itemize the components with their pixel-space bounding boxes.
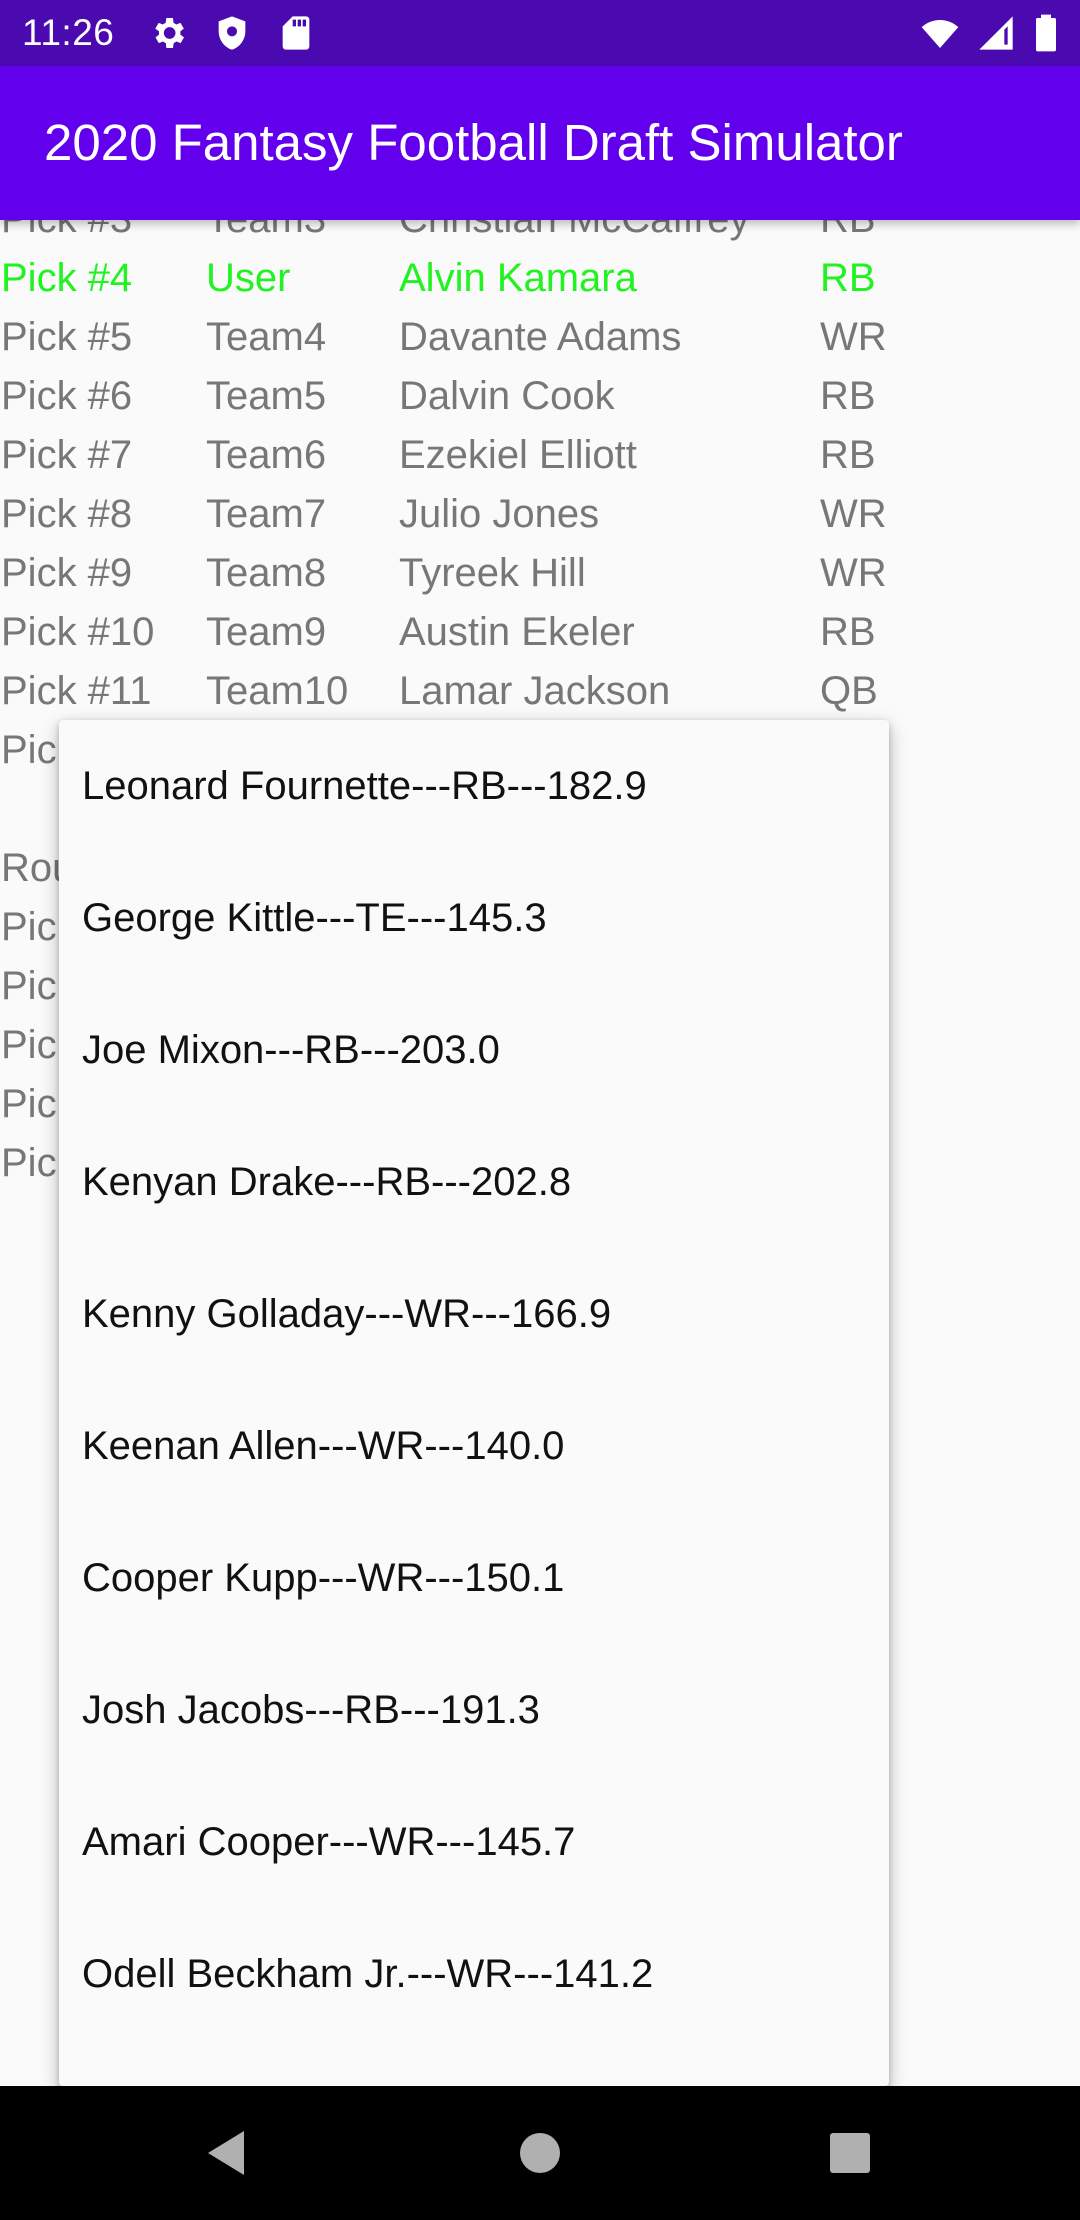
pick-number: Pick #5 [1,315,133,359]
dropdown-option-label: Kenyan Drake---RB---202.8 [82,1160,572,1204]
battery-icon [1036,14,1056,52]
player-name: Ezekiel Elliott [399,433,637,477]
player-name: Tyreek Hill [399,551,586,595]
wifi-icon [921,20,959,48]
team-name: Team6 [206,433,327,477]
draft-pick-row: Pick #9 Team8 Tyreek Hill WR [0,544,1080,603]
home-icon [520,2133,560,2173]
pick-number: Pick #11 [1,669,152,713]
draft-pick-row: Pick #6 Team5 Dalvin Cook RB [0,367,1080,426]
player-name: Dalvin Cook [399,374,615,418]
player-position: WR [820,551,887,595]
hidden-row-fragment: Pic [1,728,57,772]
team-name: Team4 [206,315,327,359]
draft-pick-row: Pick #7 Team6 Ezekiel Elliott RB [0,426,1080,485]
player-name: Lamar Jackson [399,669,671,713]
team-name: Team7 [206,492,327,536]
player-dropdown-list[interactable]: Leonard Fournette---RB---182.9 George Ki… [59,720,889,2086]
player-name: Alvin Kamara [399,256,637,300]
app-bar: 2020 Fantasy Football Draft Simulator [0,66,1080,220]
status-right-icons [920,13,1060,53]
app-title: 2020 Fantasy Football Draft Simulator [44,114,903,171]
dropdown-option-label: Amari Cooper---WR---145.7 [82,1820,576,1864]
player-position: RB [820,220,876,249]
dropdown-option[interactable]: Joe Mixon---RB---203.0 [59,984,889,1116]
draft-pick-row: Pick #3 Team3 Christian McCaffrey RB [0,220,1080,249]
dropdown-option[interactable]: George Kittle---TE---145.3 [59,852,889,984]
hidden-row-fragment: Pic [1,1082,57,1126]
hidden-row-fragment: Pic [1,1023,57,1067]
home-button[interactable] [480,2086,600,2220]
dropdown-option-label: Josh Jacobs---RB---191.3 [82,1688,540,1732]
recents-button[interactable] [790,2086,910,2220]
player-name: Christian McCaffrey [399,220,749,249]
recents-icon [830,2133,870,2173]
player-position: RB [820,610,876,654]
player-position: WR [820,315,887,359]
team-name: Team10 [206,669,349,713]
dropdown-option-label: Keenan Allen---WR---140.0 [82,1424,565,1468]
signal-icon [979,16,1013,50]
dropdown-option-label: Odell Beckham Jr.---WR---141.2 [82,1952,654,1996]
player-position: WR [820,492,887,536]
dropdown-option-label: Kenny Golladay---WR---166.9 [82,1292,612,1336]
dropdown-option-label: George Kittle---TE---145.3 [82,896,547,940]
draft-pick-row: Pick #11 Team10 Lamar Jackson QB [0,662,1080,721]
settings-icon [155,18,184,48]
dropdown-option-label: Leonard Fournette---RB---182.9 [82,764,647,808]
team-name: User [206,256,291,300]
dropdown-option[interactable]: Josh Jacobs---RB---191.3 [59,1644,889,1776]
shield-icon [218,16,246,50]
hidden-row-fragment: Pic [1,1141,57,1185]
back-button[interactable] [166,2086,286,2220]
status-time: 11:26 [22,12,115,53]
team-name: Team8 [206,551,327,595]
sd-card-icon [282,16,310,50]
dropdown-option[interactable]: Kenny Golladay---WR---166.9 [59,1248,889,1380]
pick-number: Pick #10 [1,610,155,654]
dropdown-option[interactable]: Kenyan Drake---RB---202.8 [59,1116,889,1248]
player-position: QB [820,669,878,713]
dropdown-option[interactable]: Cooper Kupp---WR---150.1 [59,1512,889,1644]
player-name: Austin Ekeler [399,610,635,654]
team-name: Team5 [206,374,327,418]
dropdown-option[interactable]: Amari Cooper---WR---145.7 [59,1776,889,1908]
pick-number: Pick #9 [1,551,133,595]
draft-pick-row: Pick #8 Team7 Julio Jones WR [0,485,1080,544]
dropdown-option[interactable]: Leonard Fournette---RB---182.9 [59,720,889,852]
dropdown-option[interactable]: Odell Beckham Jr.---WR---141.2 [59,1908,889,2040]
draft-pick-row-user: Pick #4 User Alvin Kamara RB [0,249,1080,308]
back-icon [208,2131,244,2175]
draft-pick-row: Pick #10 Team9 Austin Ekeler RB [0,603,1080,662]
team-name: Team9 [206,610,327,654]
pick-number: Pick #6 [1,374,133,418]
player-position: RB [820,374,876,418]
dropdown-option-label: Joe Mixon---RB---203.0 [82,1028,500,1072]
hidden-row-fragment: Pic [1,905,57,949]
draft-pick-row: Pick #5 Team4 Davante Adams WR [0,308,1080,367]
status-left-icons [148,13,316,53]
status-bar: 11:26 [0,0,1080,66]
player-position: RB [820,256,876,300]
pick-number: Pick #3 [1,220,132,249]
team-name: Team3 [206,220,326,249]
player-name: Julio Jones [399,492,600,536]
pick-number: Pick #8 [1,492,133,536]
navigation-bar [0,2086,1080,2220]
player-position: RB [820,433,876,477]
dropdown-option-label: Cooper Kupp---WR---150.1 [82,1556,565,1600]
pick-number: Pick #4 [1,256,133,300]
player-name: Davante Adams [399,315,682,359]
dropdown-option[interactable]: Keenan Allen---WR---140.0 [59,1380,889,1512]
pick-number: Pick #7 [1,433,133,477]
hidden-row-fragment: Pic [1,964,57,1008]
